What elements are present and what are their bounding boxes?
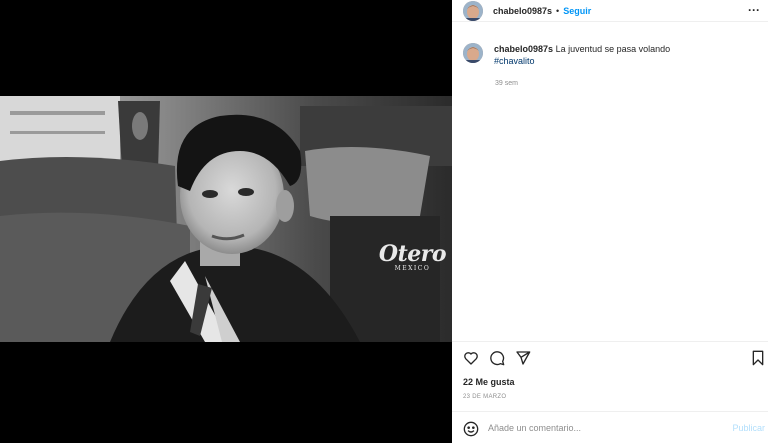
smiley-icon[interactable] <box>463 421 479 442</box>
add-comment-row: Publicar <box>452 412 768 443</box>
comment-bubble-icon[interactable] <box>489 350 505 371</box>
author-avatar[interactable] <box>463 0 483 21</box>
post-date: 23 DE MARZO <box>463 394 507 400</box>
post-actions <box>463 350 765 371</box>
caption-age: 39 sem <box>495 80 518 87</box>
likes-count[interactable]: 22 Me gusta <box>463 377 515 387</box>
header-divider <box>452 21 768 22</box>
bw-portrait-image <box>0 96 452 342</box>
caption-username[interactable]: chabelo0987s <box>494 44 553 54</box>
post-header: chabelo0987s • Seguir ··· <box>452 0 768 21</box>
send-icon[interactable] <box>515 350 531 371</box>
caption-text: chabelo0987s La juventud se pasa volando… <box>494 43 754 67</box>
post-media-pane: Otero MEXICO <box>0 0 452 443</box>
caption-body: La juventud se pasa volando <box>555 44 671 54</box>
photographer-watermark: Otero MEXICO <box>378 241 447 272</box>
heart-icon[interactable] <box>463 350 479 371</box>
header-separator: • <box>556 5 560 16</box>
actions-divider <box>452 341 768 342</box>
post-photo[interactable]: Otero MEXICO <box>0 96 452 342</box>
more-options-icon[interactable]: ··· <box>748 3 760 17</box>
publish-button[interactable]: Publicar <box>732 423 765 433</box>
comment-input[interactable] <box>488 420 718 436</box>
caption-avatar[interactable] <box>463 43 483 63</box>
post-details-panel: chabelo0987s • Seguir ··· chabelo0987s L… <box>452 0 768 443</box>
bookmark-icon[interactable] <box>751 350 765 371</box>
caption-hashtag[interactable]: #chavalito <box>494 56 535 66</box>
author-username[interactable]: chabelo0987s <box>493 6 552 16</box>
watermark-brand: Otero <box>378 241 447 267</box>
caption-block: chabelo0987s La juventud se pasa volando… <box>463 43 754 87</box>
follow-button[interactable]: Seguir <box>563 6 591 16</box>
